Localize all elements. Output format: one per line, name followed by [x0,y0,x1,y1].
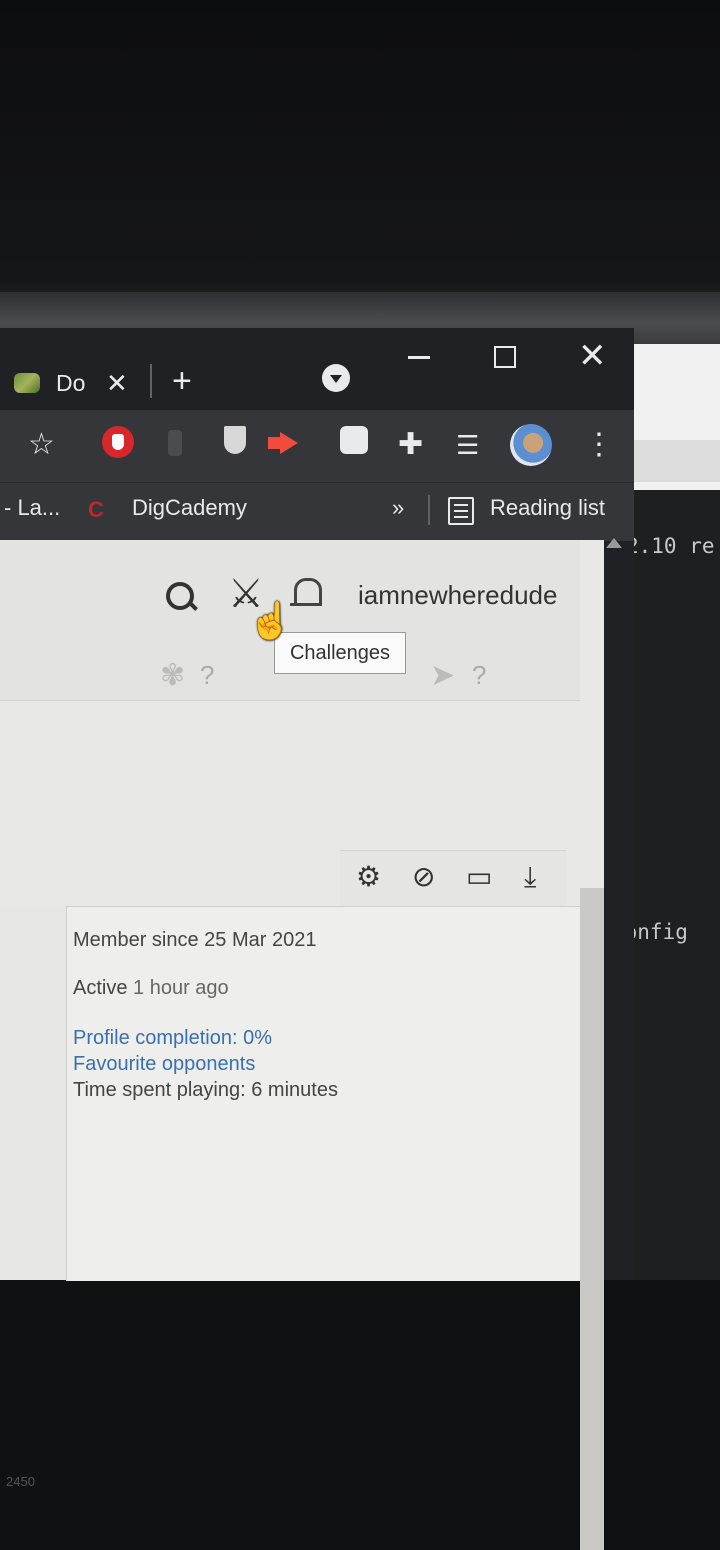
active-status: Active 1 hour ago [73,977,229,999]
new-tab-button[interactable]: + [172,362,192,401]
favourite-opponents-link[interactable]: Favourite opponents [73,1053,255,1076]
paper-plane-icon: ➤ [430,659,456,692]
turtle-icon: ✾ [160,659,186,692]
rating-value: 2450 [6,1474,35,1489]
key-extension-icon[interactable] [168,430,182,456]
media-queue-icon[interactable]: ☰ [456,428,479,462]
download-icon[interactable]: ⤓ [524,861,536,893]
browser-tab[interactable]: Do ✕ [0,356,148,410]
maximize-icon[interactable] [494,346,516,368]
tab-search-icon[interactable] [322,364,350,392]
page-scrollbar[interactable] [580,888,604,1550]
member-since: Member since 25 Mar 2021 [73,929,317,951]
tv-icon[interactable]: ▭ [466,861,492,893]
extensions-puzzle-icon[interactable]: ✚ [398,428,423,462]
bookmarks-separator [428,495,430,525]
time-spent-playing: Time spent playing: 6 minutes [73,1079,338,1101]
browser-toolbar: ☆ ✚ ☰ ⋮ [0,410,634,482]
help-mark: ? [200,660,215,690]
tab-favicon-icon [14,373,40,393]
username-link[interactable]: iamnewheredude [358,580,557,611]
browser-window: Do ✕ + ✕ ☆ ✚ ☰ ⋮ - La... C DigCademy » R… [0,328,634,1550]
reading-list-button[interactable]: Reading list [490,495,605,521]
block-icon[interactable]: ⊘ [412,861,435,893]
tab-separator [150,364,152,398]
profile-info-panel: Member since 25 Mar 2021 Active 1 hour a… [66,906,581,1281]
hand-cursor-icon: ☝ [248,600,293,641]
bookmarks-bar: - La... C DigCademy » Reading list [0,482,634,541]
web-page: ⚔ iamnewheredude ✾ ? ➤ ? Challenges ☝ ⚙ … [0,540,604,1550]
notifications-bell-icon[interactable] [290,578,322,606]
kebab-menu-icon[interactable]: ⋮ [584,428,614,462]
profile-action-bar: ⚙ ⊘ ▭ ⤓ [340,850,566,907]
search-icon[interactable] [166,582,194,610]
tab-strip: Do ✕ + ✕ [0,328,634,410]
tab-close-icon[interactable]: ✕ [106,368,128,399]
adblock-extension-icon[interactable] [102,426,134,458]
scroll-up-arrow-icon[interactable] [606,538,622,548]
bookmark-star-icon[interactable]: ☆ [28,428,55,462]
challenges-tooltip: Challenges [274,632,406,674]
minimize-icon[interactable] [408,356,430,359]
video-extension-icon[interactable] [268,432,298,454]
window-close-icon[interactable]: ✕ [578,336,607,376]
settings-gear-icon[interactable]: ⚙ [356,861,381,893]
terminal-line: 2.10 re [626,534,715,558]
shield-extension-icon[interactable] [224,426,246,454]
reading-list-icon [448,497,474,525]
site-header: ⚔ iamnewheredude ✾ ? ➤ ? Challenges ☝ [0,540,580,701]
bookmarks-overflow-button[interactable]: » [392,495,404,521]
gear-extension-icon[interactable] [340,426,368,454]
tab-title: Do [56,369,86,396]
profile-completion-link[interactable]: Profile completion: 0% [73,1027,272,1050]
profile-sidebar: 2450 [0,906,66,1489]
profile-avatar[interactable] [510,424,552,466]
bookmark-item[interactable]: - La... [4,495,60,521]
bookmark-favicon-icon: C [88,497,104,522]
help-mark: ? [472,660,487,690]
bookmark-item[interactable]: DigCademy [132,495,247,521]
